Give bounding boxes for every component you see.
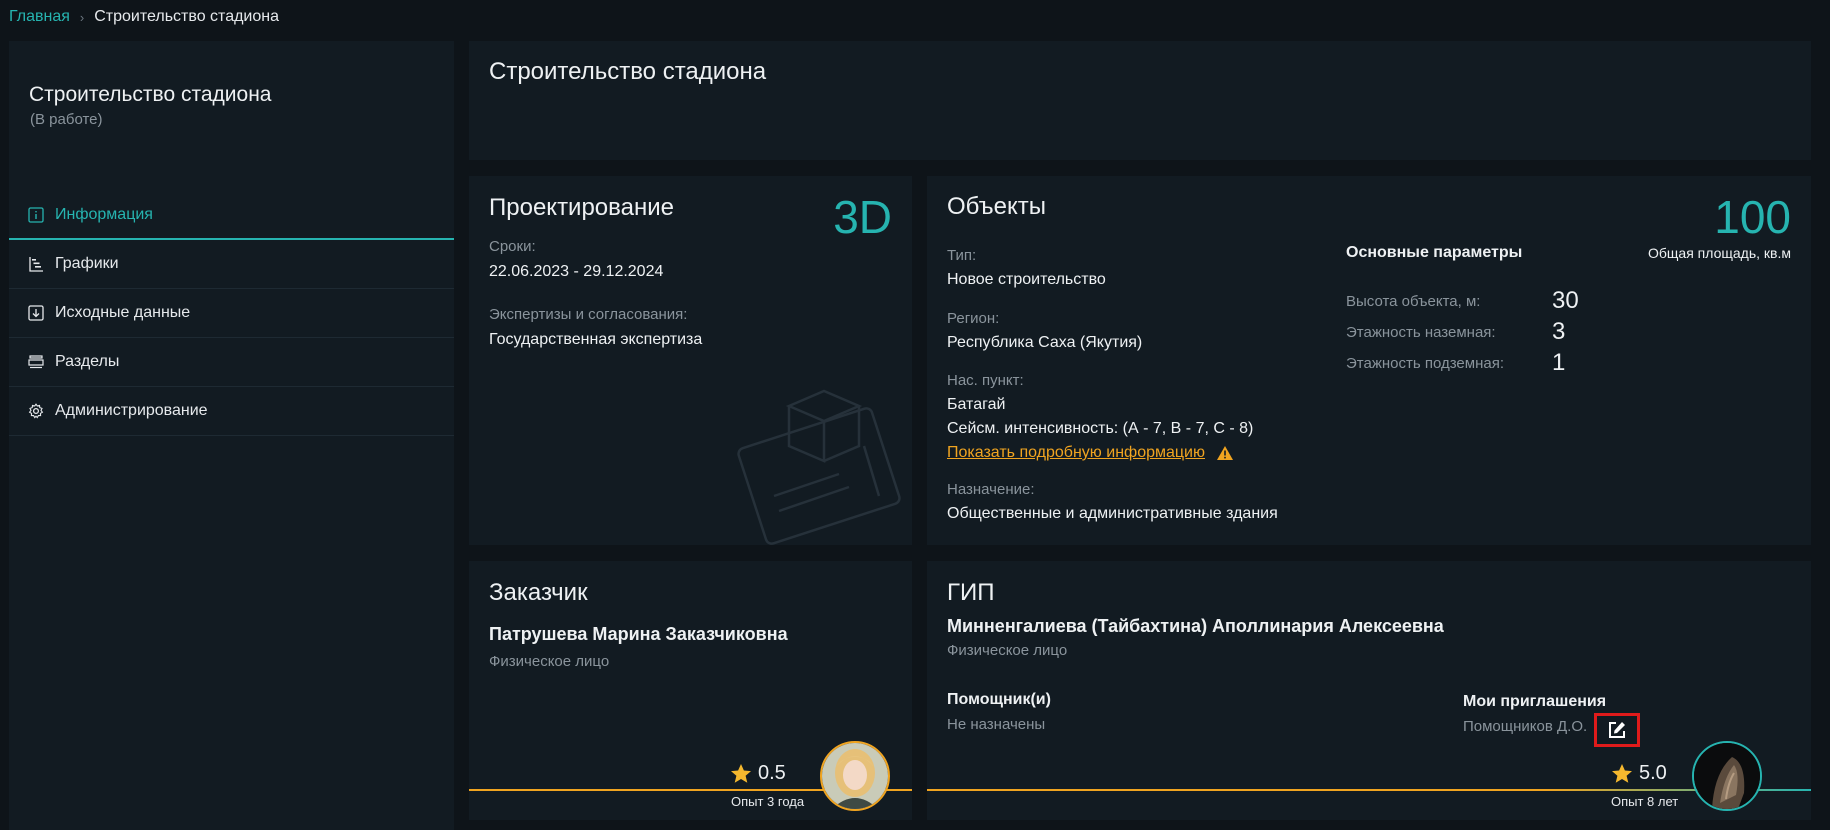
breadcrumb-separator: › bbox=[79, 9, 85, 25]
design-3d-badge: 3D bbox=[833, 191, 892, 243]
breadcrumb-home-link[interactable]: Главная bbox=[9, 8, 70, 26]
project-status: (В работе) bbox=[30, 111, 103, 128]
height-label: Высота объекта, м: bbox=[1346, 293, 1481, 310]
floors-above-value: 3 bbox=[1552, 318, 1566, 345]
locality-value: Батагай bbox=[947, 396, 1006, 413]
design-card: Проектирование 3D Сроки: 22.06.2023 - 29… bbox=[469, 176, 912, 545]
3d-design-illustration bbox=[737, 389, 901, 545]
design-title: Проектирование bbox=[489, 194, 674, 221]
warning-icon bbox=[1217, 446, 1233, 460]
region-value: Республика Саха (Якутия) bbox=[947, 334, 1143, 351]
customer-rating-value: 0.5 bbox=[758, 762, 786, 784]
sidebar-item-information[interactable]: Информация bbox=[9, 191, 454, 240]
expertise-value: Государственная экспертиза bbox=[489, 331, 703, 348]
invitations-label: Мои приглашения bbox=[1463, 693, 1607, 710]
invitations-value: Помощников Д.О. bbox=[1463, 718, 1588, 735]
dates-label: Сроки: bbox=[489, 238, 536, 255]
gip-name: Минненгалиева (Тайбахтина) Аполлинария А… bbox=[947, 616, 1444, 636]
gip-title: ГИП bbox=[947, 579, 995, 606]
edit-invitations-button[interactable] bbox=[1594, 713, 1640, 747]
floors-below-value: 1 bbox=[1552, 349, 1566, 376]
gip-experience: Опыт 8 лет bbox=[1611, 794, 1679, 809]
assistants-value: Не назначены bbox=[947, 716, 1046, 733]
type-label: Тип: bbox=[947, 247, 977, 264]
expertise-label: Экспертизы и согласования: bbox=[489, 306, 688, 323]
assistants-label: Помощник(и) bbox=[947, 691, 1051, 708]
seismic-intensity: Сейсм. интенсивность: (А - 7, В - 7, С -… bbox=[947, 420, 1254, 437]
gip-card: ГИП Минненгалиева (Тайбахтина) Аполлинар… bbox=[927, 561, 1811, 820]
dates-value: 22.06.2023 - 29.12.2024 bbox=[489, 263, 664, 280]
main-params-title: Основные параметры bbox=[1346, 244, 1523, 261]
breadcrumb-current: Строительство стадиона bbox=[94, 8, 279, 25]
customer-rating: 0.5 bbox=[730, 762, 786, 785]
sidebar-item-source-data[interactable]: Исходные данные bbox=[9, 289, 454, 338]
gear-icon bbox=[27, 402, 45, 420]
purpose-label: Назначение: bbox=[947, 481, 1035, 498]
breadcrumb: Главная › Строительство стадиона bbox=[9, 8, 279, 26]
project-title: Строительство стадиона bbox=[29, 83, 272, 106]
gantt-chart-icon bbox=[27, 255, 45, 273]
gip-rating-value: 5.0 bbox=[1639, 762, 1667, 784]
objects-title: Объекты bbox=[947, 193, 1046, 220]
customer-name: Патрушева Марина Заказчиковна bbox=[489, 624, 788, 644]
header-card: Строительство стадиона bbox=[469, 41, 1811, 160]
customer-avatar[interactable] bbox=[820, 741, 890, 811]
sidebar-item-label: Разделы bbox=[55, 353, 120, 370]
sidebar-menu: Информация Графики Исходные данные Разде… bbox=[9, 191, 454, 436]
show-details-link[interactable]: Показать подробную информацию bbox=[947, 444, 1205, 462]
locality-label: Нас. пункт: bbox=[947, 372, 1024, 389]
edit-icon bbox=[1609, 722, 1625, 738]
customer-card: Заказчик Патрушева Марина Заказчиковна Ф… bbox=[469, 561, 912, 820]
customer-type: Физическое лицо bbox=[489, 653, 610, 670]
sidebar-item-label: Администрирование bbox=[55, 402, 208, 419]
height-value: 30 bbox=[1552, 287, 1579, 314]
page-title: Строительство стадиона bbox=[489, 58, 767, 85]
floors-below-label: Этажность подземная: bbox=[1346, 355, 1505, 372]
objects-card: Объекты 100 Общая площадь, кв.м Тип: Нов… bbox=[927, 176, 1811, 545]
floors-above-label: Этажность наземная: bbox=[1346, 324, 1496, 341]
star-icon bbox=[731, 764, 751, 783]
download-box-icon bbox=[27, 304, 45, 322]
sidebar-item-charts[interactable]: Графики bbox=[9, 240, 454, 289]
sidebar-item-sections[interactable]: Разделы bbox=[9, 338, 454, 387]
star-icon bbox=[1612, 764, 1632, 783]
sidebar: Строительство стадиона (В работе) Информ… bbox=[9, 41, 454, 830]
purpose-value: Общественные и административные здания bbox=[947, 505, 1278, 522]
total-area-value: 100 bbox=[1714, 191, 1791, 243]
region-label: Регион: bbox=[947, 310, 1000, 327]
sidebar-item-administration[interactable]: Администрирование bbox=[9, 387, 454, 436]
customer-title: Заказчик bbox=[489, 579, 588, 606]
gip-type: Физическое лицо bbox=[947, 642, 1068, 659]
gip-rating: 5.0 bbox=[1611, 762, 1667, 785]
sections-icon bbox=[27, 353, 45, 371]
total-area-label: Общая площадь, кв.м bbox=[1647, 245, 1791, 261]
sidebar-item-label: Графики bbox=[55, 255, 119, 272]
gip-avatar[interactable] bbox=[1692, 741, 1762, 811]
customer-experience: Опыт 3 года bbox=[731, 794, 805, 809]
sidebar-item-label: Исходные данные bbox=[55, 304, 191, 321]
gip-rating-line bbox=[927, 789, 1811, 791]
info-icon bbox=[27, 206, 45, 224]
sidebar-item-label: Информация bbox=[55, 205, 153, 223]
type-value: Новое строительство bbox=[947, 271, 1106, 288]
